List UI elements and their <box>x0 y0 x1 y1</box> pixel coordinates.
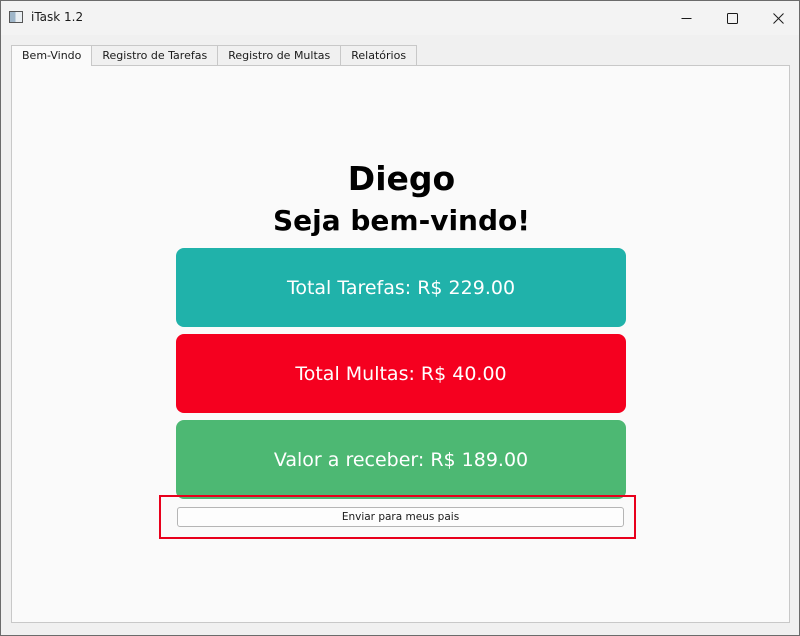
tab-bar: Bem-Vindo Registro de Tarefas Registro d… <box>11 45 418 66</box>
tab-registro-de-multas[interactable]: Registro de Multas <box>217 45 342 65</box>
amount-to-receive-card: Valor a receber: R$ 189.00 <box>176 420 626 499</box>
minimize-icon <box>681 13 692 24</box>
tab-bem-vindo[interactable]: Bem-Vindo <box>11 45 93 66</box>
tab-registro-de-tarefas[interactable]: Registro de Tarefas <box>91 45 219 65</box>
close-icon <box>772 12 784 24</box>
close-button[interactable] <box>755 1 799 35</box>
window-title: iTask 1.2 <box>31 10 84 24</box>
total-tasks-card: Total Tarefas: R$ 229.00 <box>176 248 626 327</box>
tab-content-panel: Diego Seja bem-vindo! Total Tarefas: R$ … <box>11 65 790 623</box>
app-window-icon <box>9 11 23 23</box>
send-to-parents-button[interactable]: Enviar para meus pais <box>177 507 624 527</box>
app-window: iTask 1.2 Bem-Vindo Registro de Tarefas … <box>0 0 800 636</box>
total-fines-card: Total Multas: R$ 40.00 <box>176 334 626 413</box>
welcome-heading: Seja bem-vindo! <box>272 204 531 237</box>
user-name-heading: Diego <box>347 159 456 198</box>
tab-relatorios[interactable]: Relatórios <box>340 45 418 65</box>
maximize-button[interactable] <box>709 1 755 35</box>
title-bar[interactable]: iTask 1.2 <box>1 1 799 35</box>
minimize-button[interactable] <box>663 1 709 35</box>
maximize-icon <box>726 12 738 24</box>
